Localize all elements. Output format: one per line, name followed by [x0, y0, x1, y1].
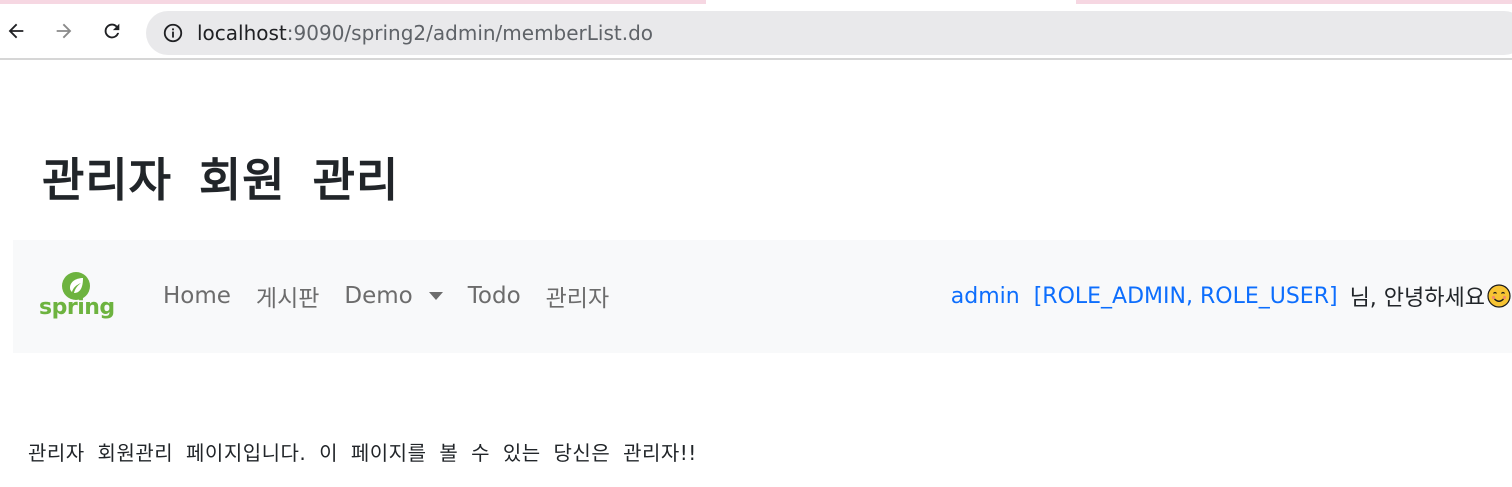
url-path: :9090/spring2/admin/memberList.do	[286, 21, 654, 45]
page-title: 관리자 회원 관리	[42, 153, 400, 207]
url-text: localhost:9090/spring2/admin/memberList.…	[197, 21, 653, 45]
arrow-left-icon	[8, 23, 24, 39]
nav-link-home[interactable]: Home	[163, 283, 231, 309]
reload-icon	[104, 23, 120, 39]
caret-down-icon	[428, 292, 443, 300]
username: admin	[950, 283, 1020, 309]
navbar: spring Home 게시판 Demo Todo 관리자 admin [ROL…	[13, 240, 1512, 353]
smiley-icon	[1487, 284, 1511, 308]
arrow-right-icon	[56, 23, 72, 39]
nav-links: Home 게시판 Demo Todo 관리자	[163, 280, 634, 312]
nav-link-admin[interactable]: 관리자	[546, 279, 609, 313]
user-greeting: admin [ROLE_ADMIN, ROLE_USER] 님, 안녕하세요	[951, 280, 1511, 312]
brand-wordmark: spring	[39, 295, 115, 320]
nav-dropdown-demo[interactable]: Demo	[344, 283, 443, 309]
admin-message: 관리자 회원관리 페이지입니다. 이 페이지를 볼 수 있는 당신은 관리자!!	[28, 441, 697, 465]
back-button[interactable]	[1, 16, 31, 46]
url-host: localhost	[197, 21, 287, 45]
navbar-brand[interactable]: spring	[39, 271, 115, 323]
reload-button[interactable]	[97, 16, 127, 46]
toolbar-divider	[0, 58, 1512, 60]
greeting-text: 님, 안녕하세요	[1349, 286, 1485, 311]
forward-button[interactable]	[49, 16, 79, 46]
nav-dropdown-demo-label: Demo	[344, 283, 413, 309]
user-roles: [ROLE_ADMIN, ROLE_USER]	[1033, 283, 1338, 309]
address-bar[interactable]: localhost:9090/spring2/admin/memberList.…	[146, 11, 1512, 55]
browser-toolbar: localhost:9090/spring2/admin/memberList.…	[0, 4, 1512, 58]
info-icon[interactable]	[162, 22, 184, 44]
nav-link-board[interactable]: 게시판	[256, 279, 319, 313]
nav-link-todo[interactable]: Todo	[468, 283, 521, 309]
